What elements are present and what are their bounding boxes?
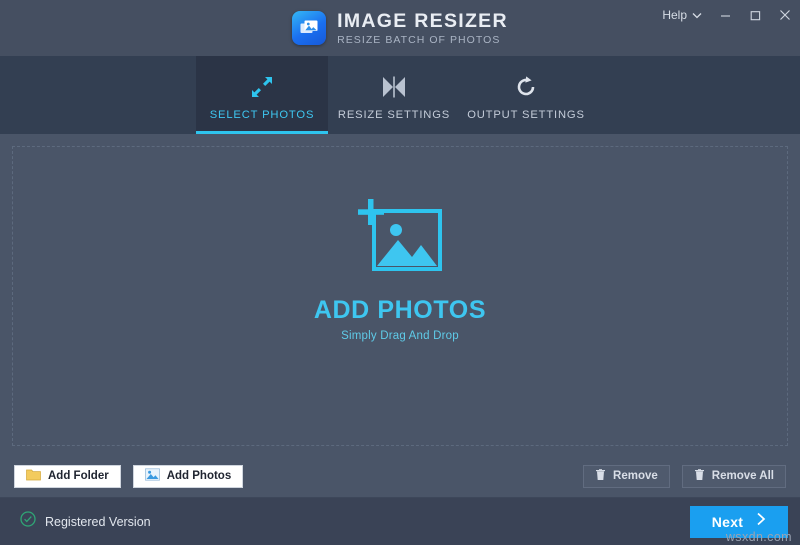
remove-all-label: Remove All <box>711 470 774 482</box>
dropzone-subtitle: Simply Drag And Drop <box>341 329 459 342</box>
trash-icon <box>694 468 705 484</box>
photo-icon <box>144 468 160 484</box>
app-branding: IMAGE RESIZER RESIZE BATCH OF PHOTOS <box>292 11 508 46</box>
add-photos-label: Add Photos <box>166 470 232 482</box>
minimize-button[interactable] <box>710 0 740 30</box>
refresh-circle-icon <box>514 74 538 100</box>
maximize-button[interactable] <box>740 0 770 30</box>
help-label: Help <box>662 8 687 22</box>
app-title: IMAGE RESIZER <box>337 9 508 32</box>
add-photos-button[interactable]: Add Photos <box>132 464 244 488</box>
add-folder-label: Add Folder <box>48 470 109 482</box>
help-menu-button[interactable]: Help <box>654 0 710 30</box>
image-resizer-window: IMAGE RESIZER RESIZE BATCH OF PHOTOS Hel… <box>0 0 800 545</box>
tab-select-photos[interactable]: SELECT PHOTOS <box>196 56 328 134</box>
remove-all-button[interactable]: Remove All <box>681 464 786 488</box>
title-bar: IMAGE RESIZER RESIZE BATCH OF PHOTOS Hel… <box>0 0 800 56</box>
close-icon <box>779 9 791 21</box>
footer-bar: Registered Version Next wsxdn.com <box>0 498 800 545</box>
trash-icon <box>595 468 606 484</box>
app-subtitle: RESIZE BATCH OF PHOTOS <box>337 34 501 46</box>
window-controls: Help <box>654 0 800 30</box>
folder-icon <box>26 468 41 484</box>
registration-status: Registered Version <box>20 511 151 532</box>
tab-resize-settings[interactable]: RESIZE SETTINGS <box>328 56 460 134</box>
tab-label: SELECT PHOTOS <box>209 108 315 121</box>
photo-dropzone[interactable]: ADD PHOTOS Simply Drag And Drop <box>12 146 788 446</box>
tab-label: OUTPUT SETTINGS <box>467 108 585 121</box>
next-label: Next <box>711 513 744 530</box>
dropzone-title: ADD PHOTOS <box>313 295 487 324</box>
app-title-block: IMAGE RESIZER RESIZE BATCH OF PHOTOS <box>337 11 508 46</box>
remove-button[interactable]: Remove <box>583 464 670 488</box>
bottom-toolbar: Add Folder Add Photos Remove Remove All <box>0 454 800 498</box>
maximize-icon <box>750 10 761 21</box>
add-photo-icon <box>352 197 448 282</box>
collapse-triangles-icon <box>380 74 408 100</box>
chevron-right-icon <box>756 512 766 531</box>
registration-label: Registered Version <box>45 514 151 529</box>
site-watermark: wsxdn.com <box>725 530 792 544</box>
dropzone-content: ADD PHOTOS Simply Drag And Drop <box>314 197 486 342</box>
photo-stack-icon <box>292 11 327 45</box>
main-content: ADD PHOTOS Simply Drag And Drop <box>0 134 800 454</box>
tab-bar: SELECT PHOTOS RESIZE SETTINGS OUTPUT SET… <box>0 56 800 134</box>
close-button[interactable] <box>770 0 800 30</box>
minimize-icon <box>720 10 731 21</box>
resize-arrows-icon <box>249 74 275 100</box>
chevron-down-icon <box>692 8 702 22</box>
add-folder-button[interactable]: Add Folder <box>14 464 121 488</box>
tab-output-settings[interactable]: OUTPUT SETTINGS <box>460 56 592 134</box>
remove-label: Remove <box>613 470 658 482</box>
check-circle-icon <box>20 511 36 532</box>
tab-label: RESIZE SETTINGS <box>337 108 451 121</box>
